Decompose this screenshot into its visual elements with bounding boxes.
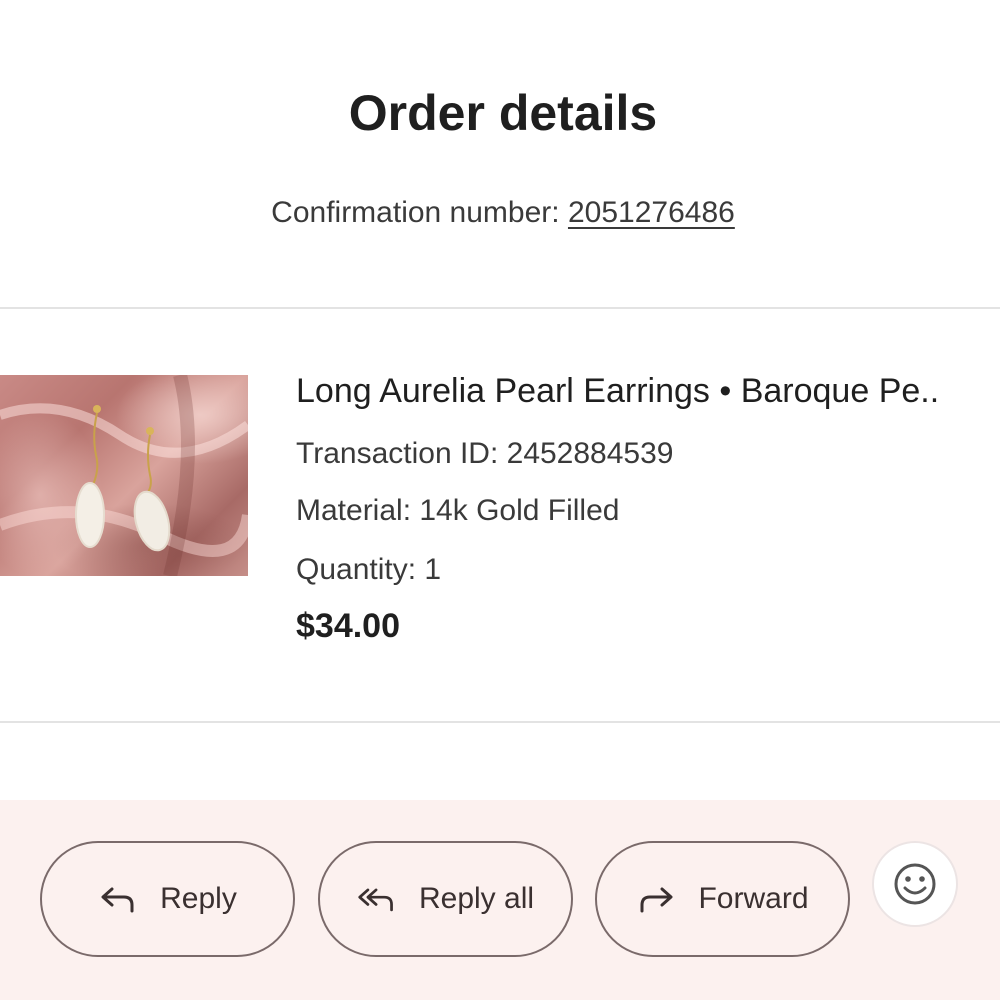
- reply-label: Reply: [160, 882, 237, 915]
- forward-icon: [636, 883, 676, 915]
- product-image[interactable]: [0, 375, 248, 576]
- forward-label: Forward: [698, 882, 809, 915]
- reply-all-label: Reply all: [418, 882, 535, 915]
- quantity: Quantity: 1: [296, 553, 442, 586]
- page-title: Order details: [348, 85, 658, 141]
- reply-icon: [98, 883, 138, 915]
- material: Material: 14k Gold Filled: [296, 494, 620, 527]
- order-details-email: Order details Confirmation number: 20512…: [0, 0, 1000, 1000]
- product-name-link[interactable]: Long Aurelia Pearl Earrings • Baroque Pe…: [296, 372, 1000, 411]
- reply-all-button[interactable]: Reply all: [318, 841, 573, 957]
- divider-bottom: [0, 721, 1000, 723]
- action-bar: Reply Reply all Forward: [0, 800, 1000, 1000]
- emoji-reaction-button[interactable]: [872, 841, 958, 927]
- confirmation-number-link[interactable]: 2051276486: [568, 196, 735, 229]
- reply-all-icon: [357, 883, 397, 915]
- price: $34.00: [296, 607, 400, 645]
- divider-top: [0, 307, 1000, 309]
- forward-button[interactable]: Forward: [595, 841, 850, 957]
- smiley-icon: [894, 863, 936, 905]
- confirmation-line: Confirmation number: 2051276486: [0, 196, 1000, 230]
- transaction-id: Transaction ID: 2452884539: [296, 437, 674, 470]
- confirmation-label: Confirmation number:: [271, 196, 560, 229]
- reply-button[interactable]: Reply: [40, 841, 295, 957]
- earrings-illustration: [0, 375, 248, 576]
